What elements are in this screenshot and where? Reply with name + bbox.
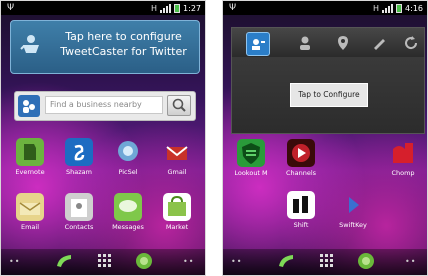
status-bar: Ψ H 1:27 [1,1,205,15]
app-label: Messages [112,223,144,231]
app-market[interactable]: Market [157,193,197,231]
page-indicator-right: •• [183,257,195,266]
page-indicator-left: •• [9,257,21,266]
browser-icon [136,253,152,269]
app-label: Contacts [64,223,94,231]
app-label: Shazam [66,168,92,176]
widget-toolbar [231,27,425,59]
location-button[interactable] [332,32,354,54]
messages-icon [114,193,142,221]
phone-icon [279,255,293,267]
swiftkey-icon [339,191,367,219]
account-button[interactable] [246,32,270,56]
app-drawer-button[interactable] [89,250,119,272]
config-panel: Tap to Configure [231,57,425,134]
browser-icon [358,253,374,269]
market-icon [163,193,191,221]
channels-icon [287,139,315,167]
clock: 4:16 [405,3,423,13]
app-shift[interactable]: Shift [281,191,321,229]
app-chomp[interactable]: Chomp [383,139,423,177]
refresh-button[interactable] [400,32,422,54]
status-bar: Ψ H 4:16 [223,1,427,15]
evernote-icon [16,138,44,166]
app-label: Chomp [391,169,415,177]
grid-icon [98,254,111,267]
dock: •• •• [223,249,427,275]
phone-screen-right: Ψ H 4:16 Tap to Configure Lookout M Chan… [222,0,428,276]
usb-icon: Ψ [7,3,15,13]
app-label: Lookout M [234,169,268,177]
bird-icon [20,35,39,53]
search-button[interactable] [167,95,191,116]
browser-button[interactable] [129,250,159,272]
compose-button[interactable] [368,32,390,54]
signal-icon [382,3,394,13]
shift-icon [287,191,315,219]
app-label: Gmail [167,168,187,176]
clock: 1:27 [183,3,201,13]
phone-icon [57,255,71,267]
app-evernote[interactable]: Evernote [10,138,50,176]
person-button[interactable] [294,32,316,54]
network-type-icon: H [151,3,158,13]
app-label: Shift [293,221,309,229]
search-icon [172,98,186,112]
widget-line-2: TweetCaster for Twitter [60,45,187,58]
tap-to-configure-button[interactable]: Tap to Configure [290,83,368,107]
app-label: Evernote [15,168,45,176]
app-label: Market [165,223,189,231]
shazam-icon [65,138,93,166]
signal-icon [160,3,172,13]
app-gmail[interactable]: Gmail [157,138,197,176]
picsel-icon [114,138,142,166]
app-messages[interactable]: Messages [108,193,148,231]
network-type-icon: H [373,3,380,13]
phone-button[interactable] [271,250,301,272]
usb-icon: Ψ [229,3,237,13]
app-picsel[interactable]: PicSel [108,138,148,176]
location-icon [338,36,348,50]
pen-icon [374,39,385,50]
app-label: SwiftKey [339,221,367,229]
widget-line-1: Tap here to configure [65,30,182,43]
app-swiftkey[interactable]: SwiftKey [333,191,373,229]
browser-button[interactable] [351,250,381,272]
app-drawer-button[interactable] [311,250,341,272]
lookout-icon [237,139,265,167]
phone-screen-left: Ψ H 1:27 Tap here to configure TweetCast… [0,0,206,276]
chomp-icon [389,139,417,167]
search-input[interactable]: Find a business nearby [45,96,163,114]
people-search-icon [18,95,40,117]
contacts-icon [65,193,93,221]
gmail-icon [163,138,191,166]
refresh-icon [405,36,418,50]
app-email[interactable]: Email [10,193,50,231]
app-label: Email [20,223,40,231]
battery-icon [174,3,181,13]
search-widget: Find a business nearby [14,91,196,121]
phone-button[interactable] [49,250,79,272]
app-lookout[interactable]: Lookout M [231,139,271,177]
dock: •• •• [1,249,205,275]
person-icon [300,36,310,50]
app-label: Channels [285,169,317,177]
page-indicator-right: •• [405,257,417,266]
tweetcaster-widget[interactable]: Tap here to configure TweetCaster for Tw… [10,20,200,74]
account-icon [252,39,265,50]
page-indicator-left: •• [231,257,243,266]
app-label: PicSel [118,168,138,176]
grid-icon [320,254,333,267]
app-shazam[interactable]: Shazam [59,138,99,176]
email-icon [16,193,44,221]
app-channels[interactable]: Channels [281,139,321,177]
battery-icon [396,3,403,13]
app-contacts[interactable]: Contacts [59,193,99,231]
